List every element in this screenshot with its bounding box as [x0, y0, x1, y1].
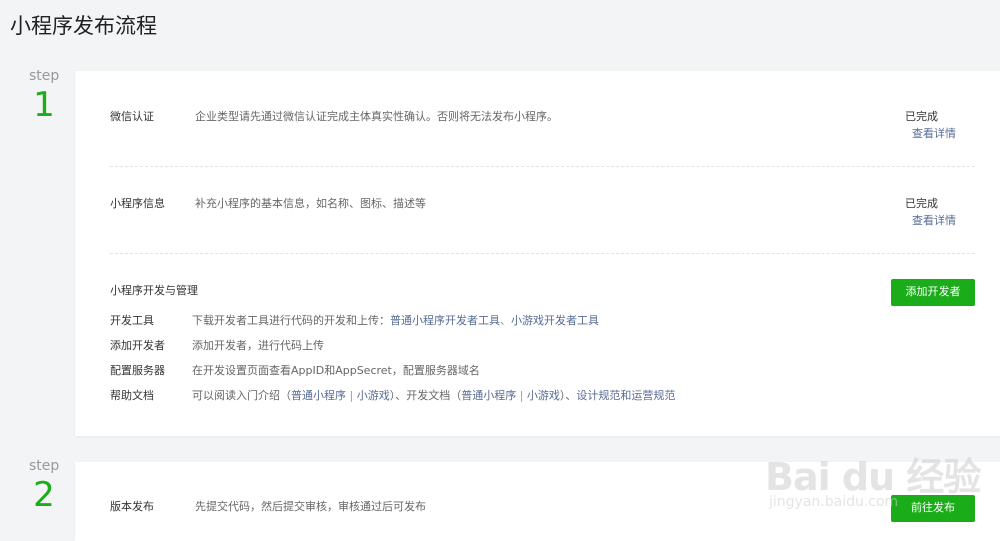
- row-label: 微信认证: [110, 110, 154, 123]
- step-number: 1: [33, 85, 55, 125]
- section-title: 小程序开发与管理: [110, 284, 198, 297]
- docs-miniprogram-link[interactable]: 普通小程序: [461, 389, 516, 402]
- add-developer-button[interactable]: 添加开发者: [891, 279, 975, 306]
- step-label: step: [29, 458, 60, 474]
- dev-tools-label: 开发工具: [110, 314, 154, 327]
- help-docs-desc: 可以阅读入门介绍（普通小程序 | 小游戏）、开发文档（普通小程序 | 小游戏）、…: [192, 389, 676, 402]
- view-details-link[interactable]: 查看详情: [912, 125, 956, 141]
- dev-management-section: 小程序开发与管理 添加开发者 开发工具 下载开发者工具进行代码的开发和上传：普通…: [110, 279, 975, 405]
- view-details-link[interactable]: 查看详情: [912, 212, 956, 228]
- intro-minigame-link[interactable]: 小游戏: [357, 389, 390, 402]
- help-docs-label: 帮助文档: [110, 389, 154, 402]
- server-config-desc: 在开发设置页面查看AppID和AppSecret，配置服务器域名: [192, 364, 480, 377]
- dev-tools-desc: 下载开发者工具进行代码的开发和上传：普通小程序开发者工具、小游戏开发者工具: [192, 314, 599, 327]
- row-description: 补充小程序的基本信息，如名称、图标、描述等: [195, 197, 426, 210]
- step-1-card: 微信认证 企业类型请先通过微信认证完成主体真实性确认。否则将无法发布小程序。 已…: [75, 71, 1000, 436]
- row-description: 企业类型请先通过微信认证完成主体真实性确认。否则将无法发布小程序。: [195, 110, 558, 123]
- docs-minigame-link[interactable]: 小游戏: [527, 389, 560, 402]
- step-label: step: [29, 68, 60, 84]
- miniprogram-devtool-link[interactable]: 普通小程序开发者工具: [390, 314, 500, 327]
- step-number: 2: [33, 475, 55, 515]
- row-label: 小程序信息: [110, 197, 165, 210]
- intro-miniprogram-link[interactable]: 普通小程序: [291, 389, 346, 402]
- design-guidelines-link[interactable]: 设计规范和运营规范: [576, 389, 675, 402]
- add-developer-desc: 添加开发者，进行代码上传: [192, 339, 324, 352]
- minigame-devtool-link[interactable]: 小游戏开发者工具: [511, 314, 599, 327]
- server-config-label: 配置服务器: [110, 364, 165, 377]
- go-release-button[interactable]: 前往发布: [891, 495, 975, 522]
- page-title: 小程序发布流程: [10, 14, 157, 38]
- step-2-card: 版本发布 先提交代码，然后提交审核，审核通过后可发布 前往发布: [75, 462, 1000, 541]
- divider: [110, 253, 975, 254]
- row-description: 先提交代码，然后提交审核，审核通过后可发布: [195, 500, 426, 513]
- release-row: 版本发布 先提交代码，然后提交审核，审核通过后可发布 前往发布: [110, 495, 975, 527]
- wechat-verify-row: 微信认证 企业类型请先通过微信认证完成主体真实性确认。否则将无法发布小程序。 已…: [110, 107, 975, 147]
- divider: [110, 166, 975, 167]
- status-badge: 已完成: [905, 110, 938, 123]
- status-badge: 已完成: [905, 197, 938, 210]
- add-developer-label: 添加开发者: [110, 339, 165, 352]
- miniprogram-info-row: 小程序信息 补充小程序的基本信息，如名称、图标、描述等 已完成 查看详情: [110, 194, 975, 234]
- row-label: 版本发布: [110, 500, 154, 513]
